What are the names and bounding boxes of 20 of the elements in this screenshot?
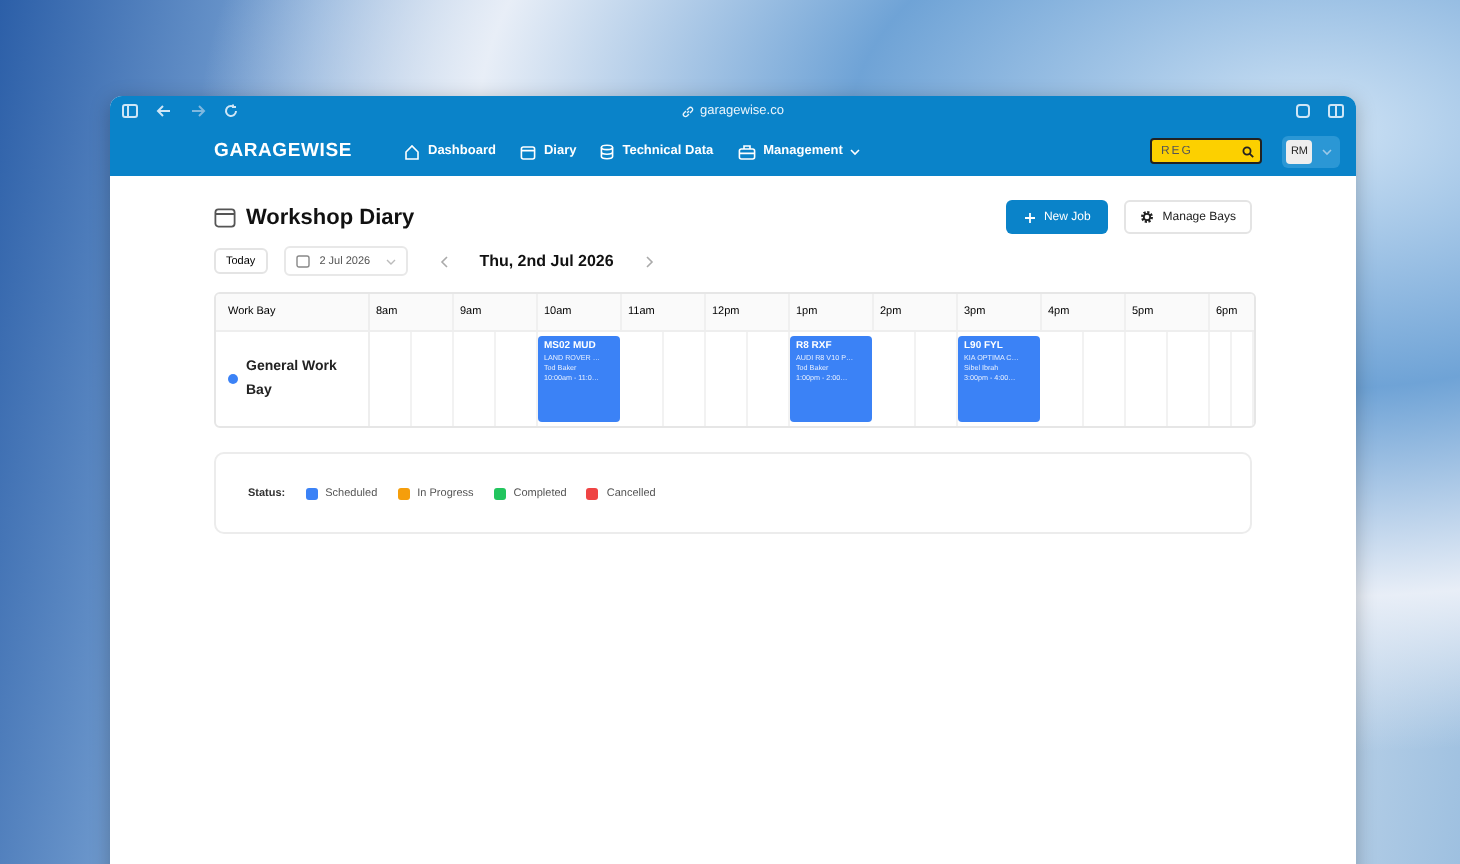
reload-icon[interactable] xyxy=(224,104,238,118)
garagewise-logo[interactable]: GARAGEWISE xyxy=(214,140,404,162)
sidebar-icon[interactable] xyxy=(122,104,138,118)
current-date: Thu, 2nd Jul 2026 xyxy=(479,252,614,270)
gear-icon xyxy=(1140,210,1155,224)
back-icon[interactable] xyxy=(156,104,172,118)
chevron-down-icon xyxy=(385,257,396,265)
previous-day-button[interactable] xyxy=(435,251,452,271)
chevron-down-icon xyxy=(1322,147,1332,155)
toolbox-icon xyxy=(737,143,756,159)
plus-icon xyxy=(1023,211,1036,223)
next-day-button[interactable] xyxy=(641,251,658,271)
link-icon xyxy=(682,105,695,117)
forward-icon[interactable] xyxy=(190,104,206,118)
home-icon xyxy=(404,143,420,159)
search-icon xyxy=(1242,145,1255,157)
chevron-down-icon xyxy=(850,147,861,155)
page-title: Workshop Diary xyxy=(246,205,417,229)
split-view-icon[interactable] xyxy=(1327,104,1344,118)
database-icon xyxy=(600,143,615,159)
